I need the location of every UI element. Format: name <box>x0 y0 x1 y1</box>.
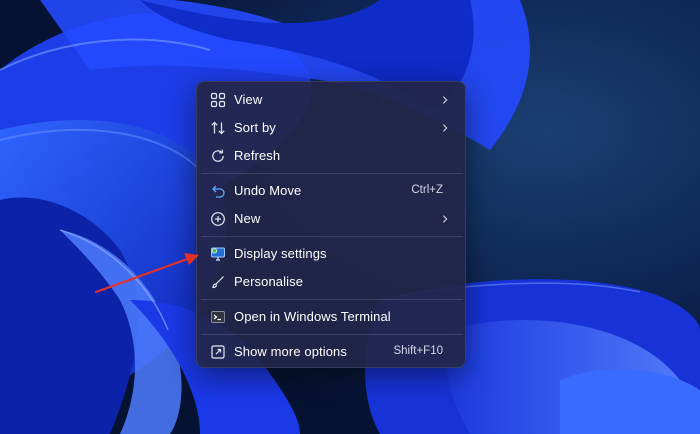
display-settings-icon <box>209 245 227 263</box>
menu-separator <box>201 299 463 300</box>
menu-item-display-settings[interactable]: Display settings <box>201 241 461 267</box>
menu-item-open-terminal-label: Open in Windows Terminal <box>234 309 391 324</box>
menu-item-new-label: New <box>234 211 261 226</box>
undo-icon <box>209 182 227 200</box>
plus-circle-icon <box>209 210 227 228</box>
menu-item-view-label: View <box>234 92 263 107</box>
show-more-icon <box>209 343 227 361</box>
menu-item-refresh[interactable]: Refresh <box>201 143 461 169</box>
menu-item-open-terminal[interactable]: Open in Windows Terminal <box>201 304 461 330</box>
menu-separator <box>201 334 463 335</box>
menu-item-new[interactable]: New <box>201 206 461 232</box>
menu-item-undo-move[interactable]: Undo Move Ctrl+Z <box>201 178 461 204</box>
menu-item-show-more-options[interactable]: Show more options Shift+F10 <box>201 339 461 365</box>
sort-arrows-icon <box>209 119 227 137</box>
chevron-right-icon <box>439 212 451 226</box>
menu-item-display-settings-label: Display settings <box>234 246 327 261</box>
refresh-icon <box>209 147 227 165</box>
menu-item-sort-by-label: Sort by <box>234 120 276 135</box>
undo-shortcut: Ctrl+Z <box>411 184 443 196</box>
show-more-shortcut: Shift+F10 <box>393 345 443 357</box>
menu-item-view[interactable]: View <box>201 87 461 113</box>
desktop-context-menu: View Sort by Refresh Undo Move Ctrl+Z Ne… <box>196 81 466 368</box>
brush-icon <box>209 273 227 291</box>
menu-item-personalise-label: Personalise <box>234 274 304 289</box>
menu-item-show-more-options-label: Show more options <box>234 344 347 359</box>
menu-separator <box>201 173 463 174</box>
menu-item-sort-by[interactable]: Sort by <box>201 115 461 141</box>
chevron-right-icon <box>439 121 451 135</box>
terminal-icon <box>209 308 227 326</box>
menu-item-refresh-label: Refresh <box>234 148 281 163</box>
chevron-right-icon <box>439 93 451 107</box>
menu-separator <box>201 236 463 237</box>
view-grid-icon <box>209 91 227 109</box>
menu-item-undo-move-label: Undo Move <box>234 183 302 198</box>
menu-item-personalise[interactable]: Personalise <box>201 269 461 295</box>
